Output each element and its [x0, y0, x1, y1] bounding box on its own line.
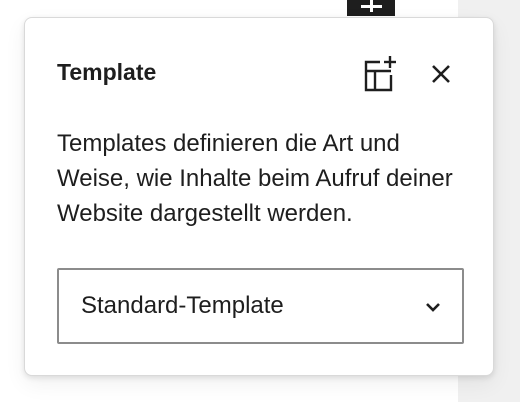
- close-icon: [432, 65, 450, 83]
- template-select[interactable]: Standard-Template: [57, 268, 464, 344]
- template-popover: Template Templates definieren die Art un…: [24, 17, 494, 376]
- add-block-button[interactable]: [347, 0, 395, 16]
- chevron-down-icon: [426, 303, 440, 312]
- template-select-value: Standard-Template: [81, 292, 284, 319]
- popover-description: Templates definieren die Art und Weise, …: [57, 130, 453, 227]
- close-button[interactable]: [421, 54, 461, 94]
- add-template-button[interactable]: [359, 54, 399, 94]
- popover-title: Template: [57, 59, 157, 85]
- add-template-icon: [364, 56, 396, 92]
- plus-icon: [361, 0, 382, 12]
- editor-canvas: Template Templates definieren die Art un…: [0, 0, 520, 402]
